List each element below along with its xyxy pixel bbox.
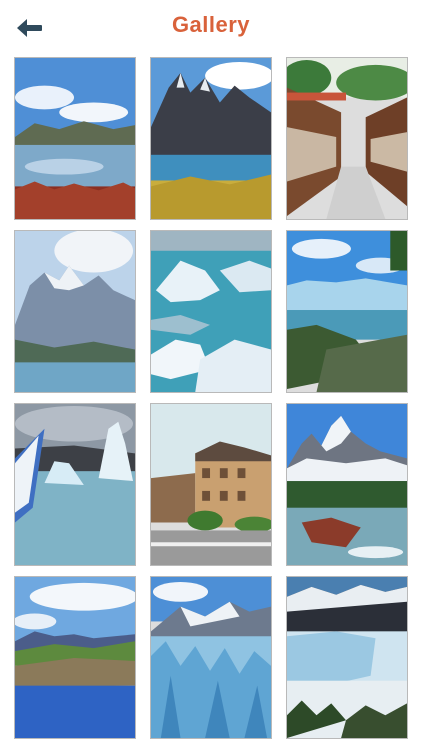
- gallery-photo-glacier-front[interactable]: [286, 576, 408, 739]
- gallery-photo-hotel-building[interactable]: [150, 403, 272, 566]
- gallery-photo-snowy-mountain-lake[interactable]: [14, 230, 136, 393]
- gallery-photo-craft-market-walkway[interactable]: [286, 57, 408, 220]
- header: Gallery: [0, 0, 422, 56]
- gallery-photo-coastal-cliffs[interactable]: [14, 576, 136, 739]
- gallery-photo-iceberg-with-boat[interactable]: [14, 403, 136, 566]
- gallery-photo-torres-del-paine-peaks[interactable]: [150, 57, 272, 220]
- gallery-photo-glacier-lake-shore[interactable]: [286, 230, 408, 393]
- page-title: Gallery: [171, 12, 251, 37]
- gallery-photo-glacier-ice-wall[interactable]: [150, 576, 272, 739]
- gallery-photo-lake-reflection[interactable]: [14, 57, 136, 220]
- photo-grid: [14, 57, 408, 739]
- gallery-photo-fitz-roy-river[interactable]: [286, 403, 408, 566]
- gallery-photo-ice-floes[interactable]: [150, 230, 272, 393]
